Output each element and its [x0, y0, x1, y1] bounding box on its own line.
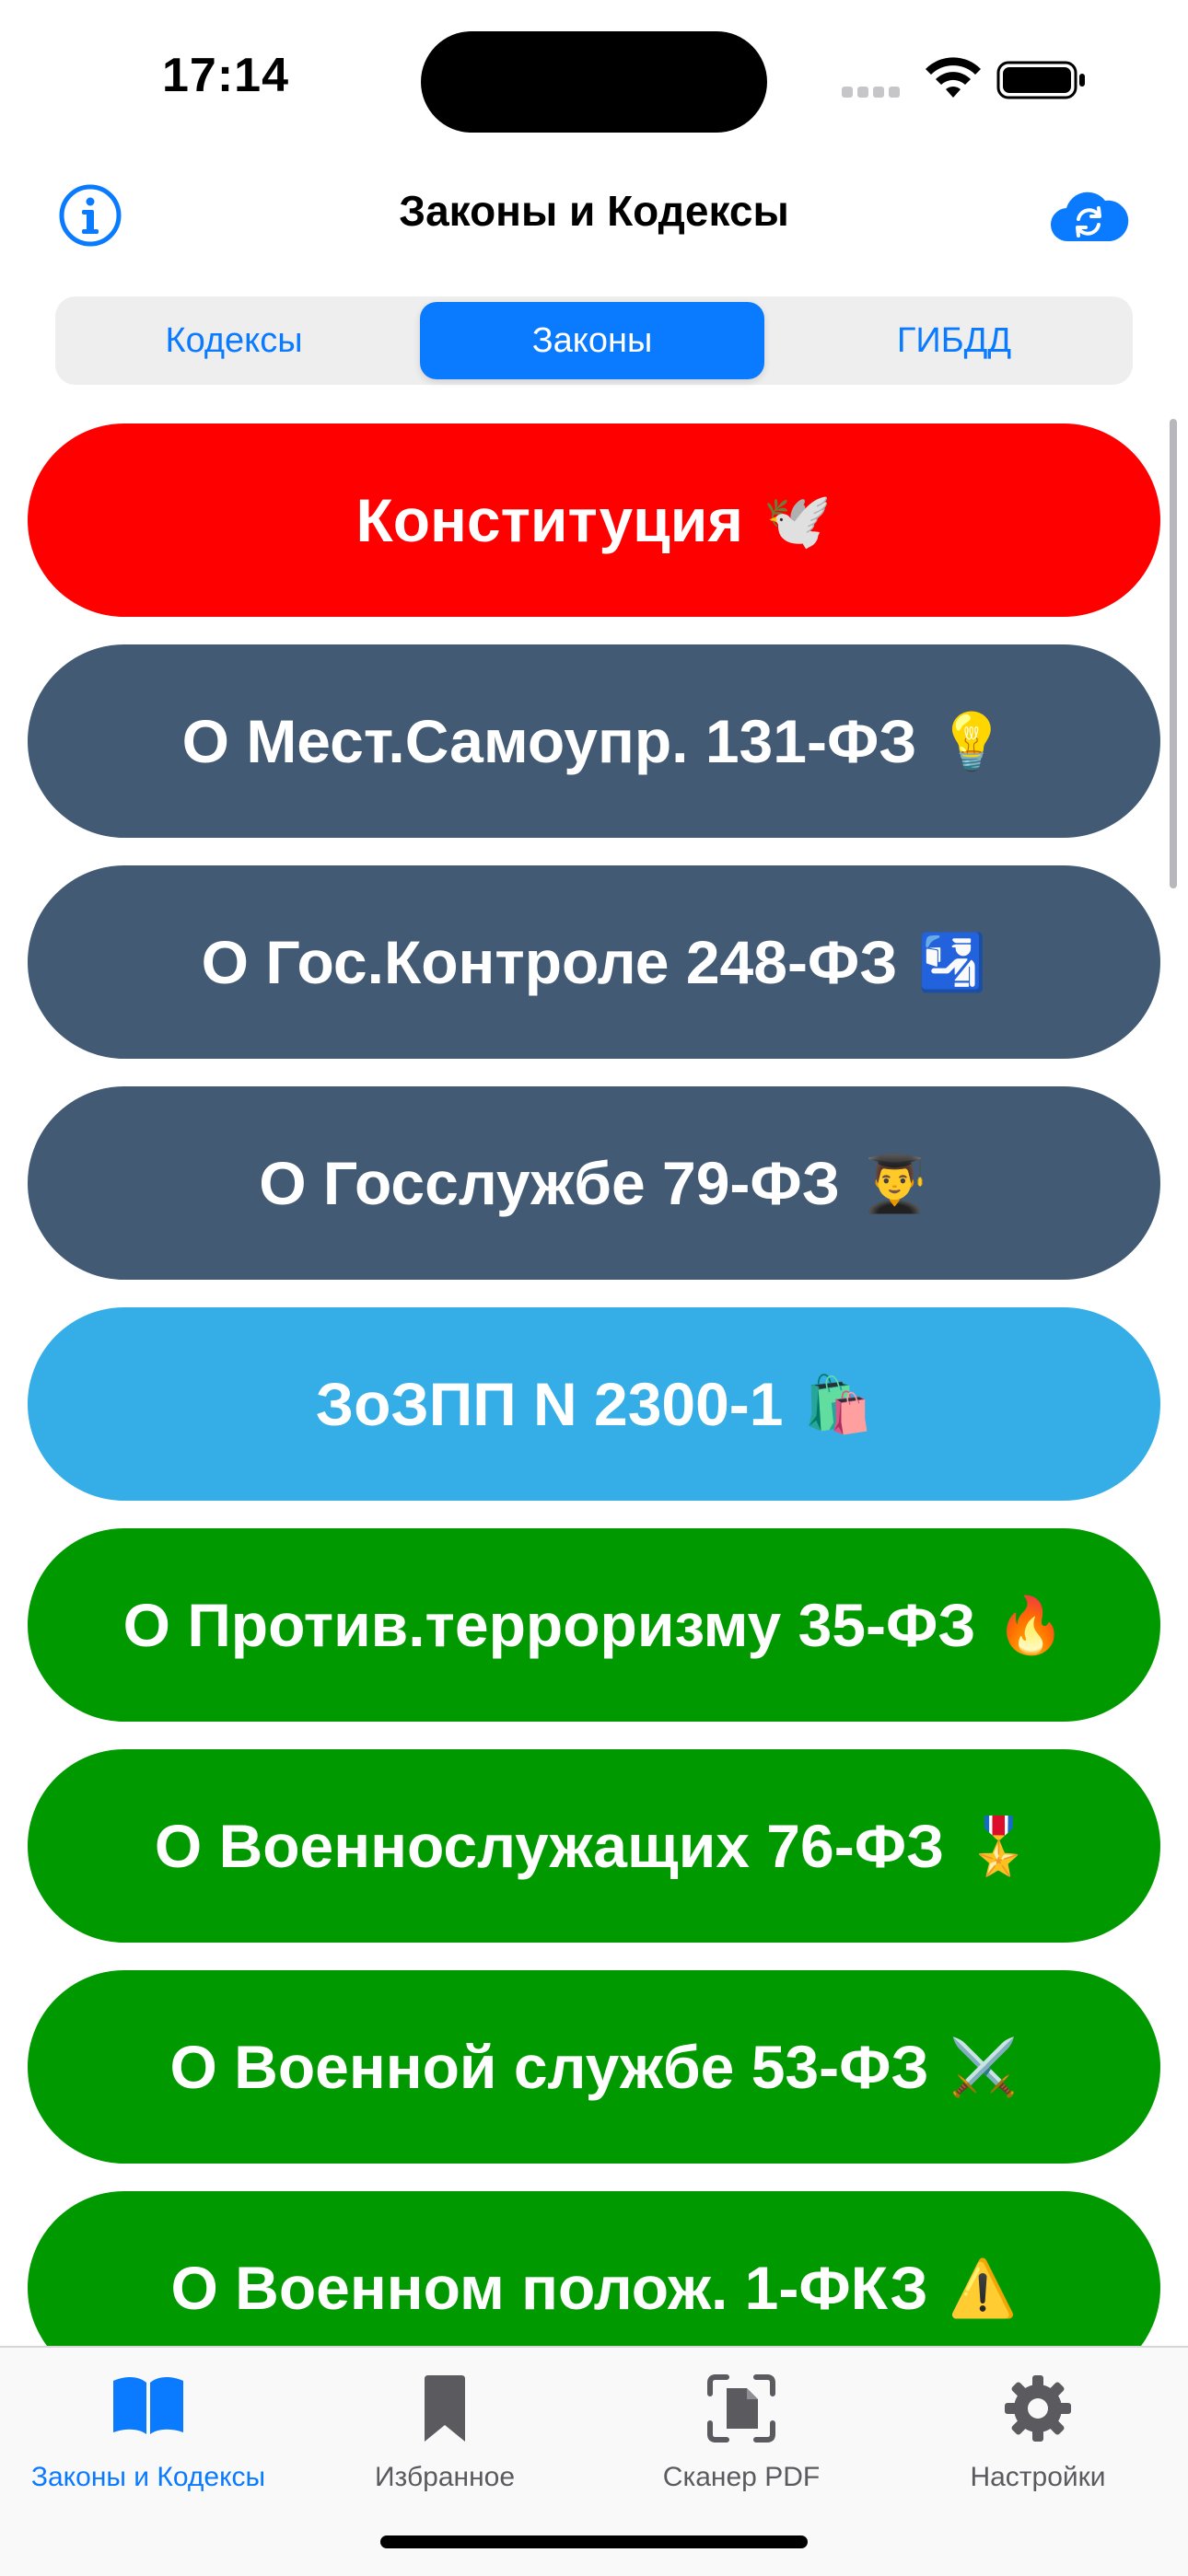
law-emoji-icon: 🛍️: [803, 1373, 873, 1435]
home-indicator: [380, 2535, 808, 2548]
law-emoji-icon: 🕊️: [763, 489, 833, 551]
law-button-label: О Военной службе 53-ФЗ: [169, 2033, 929, 2101]
wifi-icon: [926, 57, 981, 98]
status-icons: [840, 57, 1089, 103]
law-emoji-icon: 💡: [937, 710, 1007, 772]
tab-settings[interactable]: Настройки: [890, 2361, 1186, 2499]
gear-icon: [1005, 2375, 1071, 2442]
segmented-control: Кодексы Законы ГИБДД: [55, 296, 1133, 385]
law-button[interactable]: О Военнослужащих 76-ФЗ 🎖️: [28, 1749, 1160, 1943]
law-list: Конституция 🕊️ О Мест.Самоупр. 131-ФЗ 💡 О Го…: [0, 424, 1188, 2348]
document-scanner-icon: [707, 2374, 775, 2443]
nav-bar: Законы и Кодексы: [0, 166, 1188, 258]
law-emoji-icon: 🛂: [917, 931, 987, 993]
law-button[interactable]: Конституция 🕊️: [28, 424, 1160, 617]
law-emoji-icon: 👨‍🎓: [860, 1152, 929, 1214]
law-button[interactable]: О Военном полож. 1-ФКЗ ⚠️: [28, 2191, 1160, 2348]
page-title: Законы и Кодексы: [399, 187, 789, 235]
law-emoji-icon: 🎖️: [964, 1815, 1034, 1877]
cloud-sync-icon: [1050, 191, 1129, 242]
tab-pdf-scanner[interactable]: Сканер PDF: [593, 2361, 890, 2499]
segment-gibdd[interactable]: ГИБДД: [781, 302, 1127, 379]
status-time: 17:14: [162, 49, 289, 102]
law-button[interactable]: О Госслужбе 79-ФЗ 👨‍🎓: [28, 1086, 1160, 1280]
open-book-icon: [113, 2377, 183, 2434]
tab-label: Настройки: [970, 2462, 1106, 2492]
law-button-label: Конституция: [355, 486, 743, 554]
tab-label: Законы и Кодексы: [30, 2462, 266, 2492]
law-emoji-icon: ⚠️: [948, 2257, 1018, 2319]
dynamic-island: [421, 31, 767, 133]
cellular-signal-icon: [842, 87, 900, 98]
law-button[interactable]: О Против.терроризму 35-ФЗ 🔥: [28, 1528, 1160, 1722]
law-button-label: О Военнослужащих 76-ФЗ: [154, 1812, 945, 1880]
law-button-label: О Мест.Самоупр. 131-ФЗ: [181, 707, 917, 775]
cloud-sync-button[interactable]: [1048, 180, 1129, 250]
segment-codes[interactable]: Кодексы: [61, 302, 407, 379]
law-button[interactable]: О Мест.Самоупр. 131-ФЗ 💡: [28, 644, 1160, 838]
law-button[interactable]: О Гос.Контроле 248-ФЗ 🛂: [28, 865, 1160, 1059]
law-button[interactable]: О Военной службе 53-ФЗ ⚔️: [28, 1970, 1160, 2164]
scroll-indicator[interactable]: [1170, 419, 1177, 888]
law-button-label: О Военном полож. 1-ФКЗ: [170, 2254, 928, 2322]
law-button-label: О Госслужбе 79-ФЗ: [259, 1149, 841, 1217]
law-emoji-icon: ⚔️: [949, 2036, 1019, 2098]
status-bar: 17:14: [0, 0, 1188, 157]
tab-laws-and-codes[interactable]: Законы и Кодексы: [0, 2361, 297, 2499]
tab-label: Избранное: [374, 2462, 516, 2492]
segment-laws[interactable]: Законы: [420, 302, 764, 379]
law-button-label: ЗоЗПП N 2300-1: [315, 1370, 784, 1438]
battery-icon: [996, 61, 1085, 99]
bookmark-icon: [425, 2375, 465, 2442]
law-button-label: О Гос.Контроле 248-ФЗ: [201, 928, 898, 996]
law-button[interactable]: ЗоЗПП N 2300-1 🛍️: [28, 1307, 1160, 1501]
tab-label: Сканер PDF: [662, 2462, 821, 2492]
law-emoji-icon: 🔥: [996, 1594, 1066, 1656]
law-button-label: О Против.терроризму 35-ФЗ: [122, 1591, 976, 1659]
tab-favorites[interactable]: Избранное: [297, 2361, 593, 2499]
